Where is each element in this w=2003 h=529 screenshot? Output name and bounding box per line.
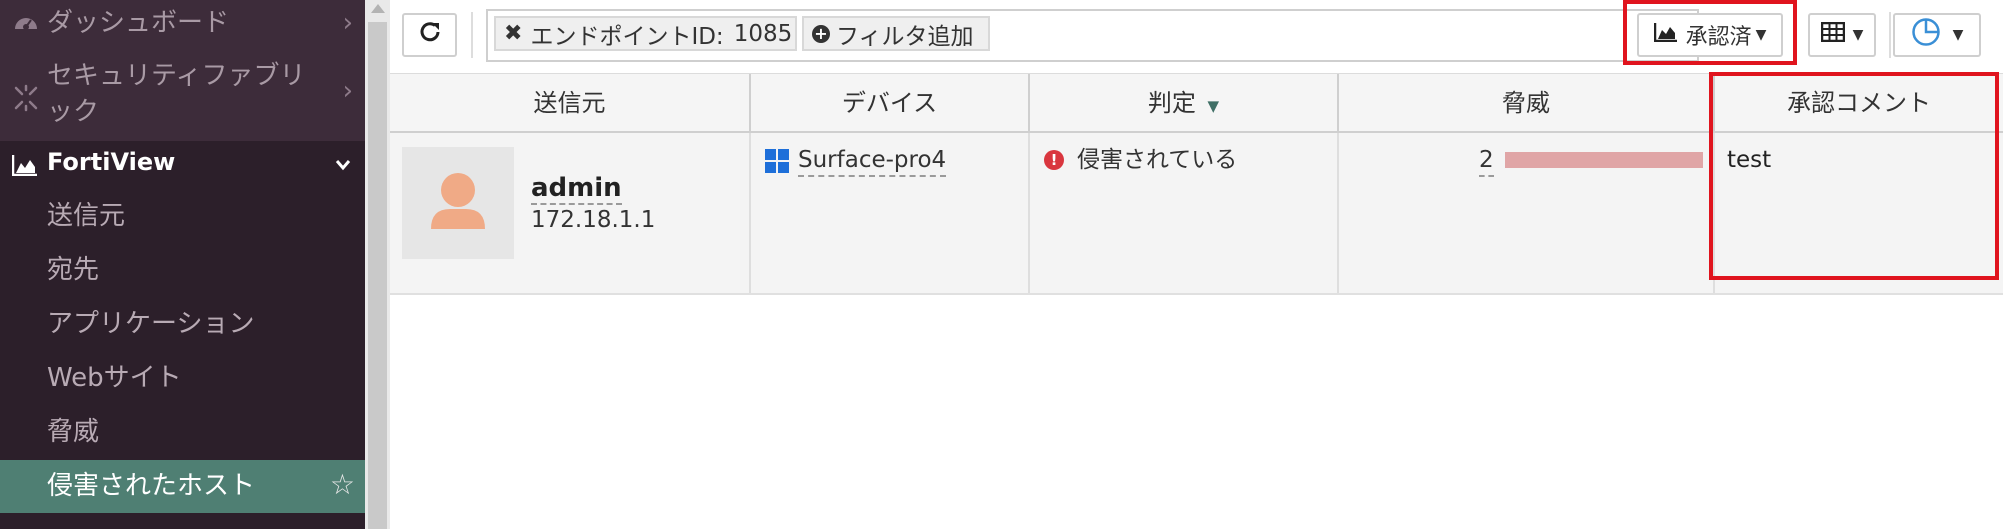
sidebar-item-label: FortiView <box>47 148 176 176</box>
sidebar-item-fortiview[interactable]: FortiView <box>0 144 365 188</box>
refresh-icon <box>418 20 442 50</box>
dashboard-icon <box>12 9 40 37</box>
pie-chart-icon <box>1911 17 1941 53</box>
main-content: ✖ エンドポイントID: 1085 + フィルタ追加 ✖ 承認済 ▼ ▼ ▼ 送 <box>390 0 2003 529</box>
area-chart-icon <box>11 154 38 180</box>
sidebar-item-label: セキュリティファブリ <box>47 61 306 91</box>
caret-down-icon: ▼ <box>1852 27 1864 43</box>
sidebar-item-websites[interactable]: Webサイト <box>0 358 365 398</box>
add-filter-label: フィルタ追加 <box>836 23 974 50</box>
scroll-up-icon[interactable] <box>371 4 385 13</box>
chevron-right-icon: › <box>342 8 353 38</box>
sidebar-item-applications[interactable]: アプリケーション <box>0 304 365 344</box>
caret-down-icon: ▼ <box>1952 27 1964 43</box>
user-name-link[interactable]: admin <box>531 173 622 205</box>
sort-desc-icon: ▼ <box>1207 97 1220 115</box>
threat-count-link[interactable]: 2 <box>1479 145 1494 177</box>
verdict-text: 侵害されている <box>1077 147 1238 173</box>
sidebar-item-threats[interactable]: 脅威 <box>0 412 365 452</box>
chevron-right-icon: › <box>342 76 353 106</box>
sidebar-item-label: アプリケーション <box>47 309 255 339</box>
plus-circle-icon: + <box>812 24 830 43</box>
cell-device: Surface-pro4 <box>751 133 1030 293</box>
sidebar-item-label: 脅威 <box>47 417 100 447</box>
user-ip: 172.18.1.1 <box>531 207 656 233</box>
remove-filter-icon[interactable]: ✖ <box>504 21 522 46</box>
table-grid-icon <box>1820 21 1845 48</box>
star-icon[interactable]: ☆ <box>330 468 355 501</box>
sidebar-item-label: 侵害されたホスト <box>47 471 256 501</box>
add-filter-button[interactable]: + フィルタ追加 <box>802 16 990 51</box>
cell-verdict: ! 侵害されている <box>1030 133 1339 293</box>
sidebar-item-sources[interactable]: 送信元 <box>0 196 365 236</box>
chevron-down-icon <box>335 152 351 177</box>
cell-threat: 2 <box>1339 133 1715 293</box>
sidebar-scrollbar[interactable] <box>365 0 390 529</box>
sidebar-item-label: ック <box>47 97 100 127</box>
column-header-label: 脅威 <box>1502 89 1550 117</box>
column-header-label: 判定 <box>1147 89 1196 117</box>
toolbar-divider <box>471 12 473 58</box>
column-header-source[interactable]: 送信元 <box>390 74 751 132</box>
filter-bar[interactable]: ✖ エンドポイントID: 1085 + フィルタ追加 ✖ <box>486 9 1706 62</box>
cell-source: admin 172.18.1.1 <box>390 133 751 293</box>
sidebar-item-next[interactable] <box>0 518 365 529</box>
device-name-link[interactable]: Surface-pro4 <box>798 145 947 177</box>
sidebar-item-compromised-hosts[interactable]: 侵害されたホスト ☆ <box>0 460 365 513</box>
sidebar-item-security-fabric[interactable]: セキュリティファブリ ック › <box>0 56 365 132</box>
column-settings-button[interactable]: ▼ <box>1808 13 1876 57</box>
column-header-label: 送信元 <box>533 89 606 117</box>
refresh-button[interactable] <box>402 13 457 57</box>
sidebar-item-label: Webサイト <box>47 363 182 393</box>
threat-bar <box>1505 152 1703 168</box>
sidebar-item-label: 送信元 <box>47 201 126 231</box>
highlight-box-status <box>1623 0 1797 65</box>
scrollbar-thumb[interactable] <box>368 22 387 529</box>
user-icon <box>431 173 485 229</box>
sidebar-item-dashboard[interactable]: ダッシュボード › <box>0 4 365 44</box>
column-header-device[interactable]: デバイス <box>751 74 1030 132</box>
windows-icon <box>765 149 789 177</box>
highlight-box-comment <box>1709 72 1999 280</box>
column-header-verdict[interactable]: 判定 ▼ <box>1030 74 1339 132</box>
filter-key: エンドポイントID: <box>530 23 724 50</box>
column-header-threat[interactable]: 脅威 <box>1339 74 1715 132</box>
sidebar: ダッシュボード › セキュリティファブリ ック › FortiView 送信元 … <box>0 0 365 529</box>
toolbar-divider <box>1889 12 1891 58</box>
filter-chip-endpoint-id[interactable]: ✖ エンドポイントID: 1085 <box>494 16 797 51</box>
security-fabric-icon <box>12 84 40 112</box>
alert-icon: ! <box>1044 150 1064 170</box>
column-header-label: デバイス <box>841 89 938 117</box>
sidebar-item-destinations[interactable]: 宛先 <box>0 250 365 290</box>
sidebar-item-label: 宛先 <box>47 255 100 285</box>
sidebar-item-label: ダッシュボード <box>47 8 230 38</box>
filter-value: 1085 <box>733 20 793 47</box>
avatar <box>402 147 514 259</box>
chart-view-button[interactable]: ▼ <box>1893 13 1981 57</box>
